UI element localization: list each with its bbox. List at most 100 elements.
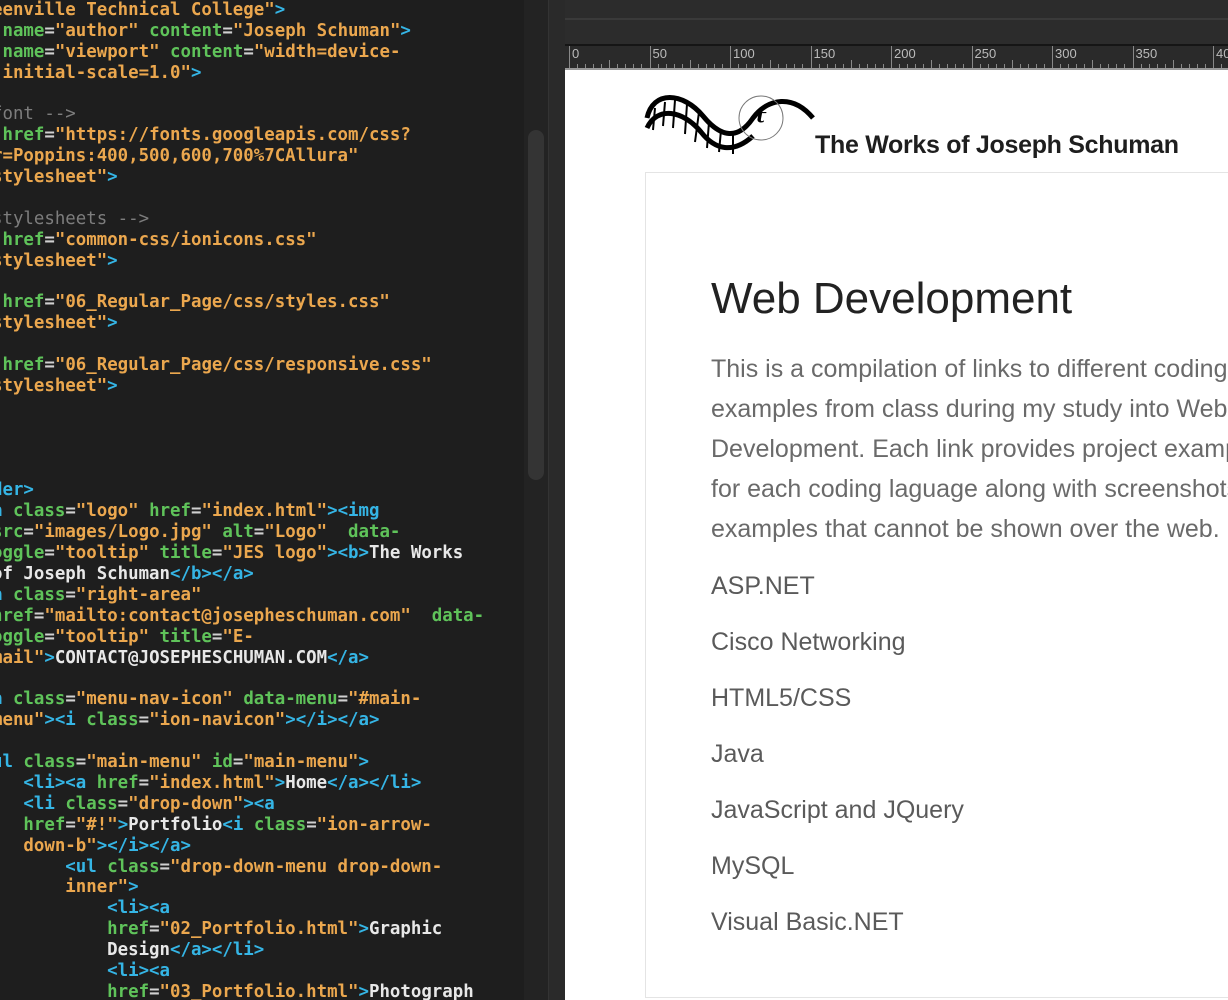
code-line[interactable]: stylesheet">	[0, 251, 484, 272]
code-line[interactable]: inner">	[0, 877, 484, 898]
ruler-tick	[955, 64, 957, 68]
code-line[interactable]: oggle="tooltip" title="JES logo"><b>The …	[0, 543, 484, 564]
code-line[interactable]: oggle="tooltip" title="E-	[0, 627, 484, 648]
link-cisco-networking[interactable]: Cisco Networking	[711, 628, 906, 657]
code-line[interactable]	[0, 731, 484, 752]
code-token: stylesheet"	[0, 250, 108, 271]
code-line[interactable]: stylesheet">	[0, 376, 484, 397]
ruler-label: 100	[730, 46, 755, 68]
code-editor[interactable]: eenville Technical College"> name="autho…	[0, 0, 548, 1000]
code-token: Design	[107, 940, 170, 961]
code-token: src	[0, 522, 24, 543]
code-line[interactable]	[0, 439, 484, 460]
code-line[interactable]: mail">CONTACT@JOSEPHESCHUMAN.COM</a>	[0, 648, 484, 669]
code-token: href	[2, 125, 45, 146]
code-line[interactable]: r=Poppins:400,500,600,700%7CAllura"	[0, 146, 484, 167]
site-title[interactable]: The Works of Joseph Schuman	[815, 131, 1179, 160]
ruler-tick	[1084, 64, 1086, 68]
code-line[interactable]	[0, 334, 484, 355]
link-html5-css[interactable]: HTML5/CSS	[711, 684, 851, 713]
code-line[interactable]: href="02_Portfolio.html">Graphic	[0, 919, 484, 940]
code-line[interactable]: <ul class="drop-down-menu drop-down-	[0, 857, 484, 878]
code-token: stylesheet"	[0, 313, 108, 334]
ruler-tick	[1156, 64, 1158, 68]
code-line[interactable]: stylesheet">	[0, 167, 484, 188]
panel-splitter[interactable]	[548, 0, 565, 1000]
code-line[interactable]: down-b"></i></a>	[0, 836, 484, 857]
code-line[interactable]: <li><a	[0, 898, 484, 919]
code-line[interactable]: der>	[0, 480, 484, 501]
code-token: Photograph	[368, 981, 474, 1000]
code-line[interactable]	[0, 418, 484, 439]
code-token: "common-css/ionicons.css"	[54, 229, 317, 250]
code-line[interactable]: src="images/Logo.jpg" alt="Logo" data-	[0, 522, 484, 543]
code-line[interactable]	[0, 272, 484, 293]
code-token: down-b"	[23, 835, 97, 856]
code-token: "Logo"	[264, 522, 328, 543]
code-line[interactable]: Design</a></li>	[0, 940, 484, 961]
code-line[interactable]: name="viewport" content="width=device-	[0, 42, 484, 63]
site-logo[interactable]: τ	[643, 88, 818, 165]
code-token: stylesheet"	[0, 376, 108, 397]
svg-text:τ: τ	[753, 103, 767, 127]
code-line[interactable]: stylesheet">	[0, 313, 484, 334]
code-line[interactable]: name="author" content="Joseph Schuman">	[0, 21, 484, 42]
code-line[interactable]: initial-scale=1.0">	[0, 63, 484, 84]
code-token: href	[86, 772, 139, 793]
code-token: "02_Portfolio.html"	[159, 919, 359, 940]
code-line[interactable]: href="06_Regular_Page/css/styles.css"	[0, 292, 484, 313]
code-lines[interactable]: eenville Technical College"> name="autho…	[0, 0, 484, 1000]
editor-scrollbar-thumb[interactable]	[528, 130, 544, 480]
code-line[interactable]: menu"><i class="ion-navicon"></i></a>	[0, 710, 484, 731]
ruler-tick	[1019, 64, 1021, 68]
code-token: class	[12, 752, 76, 773]
code-token: initial-scale=1.0"	[0, 62, 191, 83]
link-mysql[interactable]: MySQL	[711, 852, 794, 881]
code-line[interactable]: ul class="main-menu" id="main-menu">	[0, 752, 484, 773]
code-line[interactable]: a class="logo" href="index.html"><img	[0, 501, 484, 522]
link-javascript-jquery[interactable]: JavaScript and JQuery	[711, 796, 964, 825]
code-token: >	[358, 981, 369, 1000]
code-line[interactable]: href="06_Regular_Page/css/responsive.css…	[0, 355, 484, 376]
code-line[interactable]: <li><a href="index.html">Home</a></li>	[0, 773, 484, 794]
code-token: der>	[0, 480, 34, 501]
code-line[interactable]: stylesheets -->	[0, 209, 484, 230]
code-line[interactable]	[0, 460, 484, 481]
code-line[interactable]	[0, 84, 484, 105]
code-token: =	[44, 626, 55, 647]
code-token: "06_Regular_Page/css/styles.css"	[54, 292, 390, 313]
code-token: content	[149, 20, 223, 41]
code-token: =	[65, 584, 76, 605]
code-token: =	[306, 814, 317, 835]
code-line[interactable]: a class="menu-nav-icon" data-menu="#main…	[0, 689, 484, 710]
code-token: "index.html"	[201, 501, 328, 522]
link-visual-basic-net[interactable]: Visual Basic.NET	[711, 908, 904, 937]
code-line[interactable]: <li class="drop-down"><a	[0, 794, 484, 815]
code-line[interactable]: a class="right-area"	[0, 585, 484, 606]
toolbar-divider	[565, 18, 1228, 20]
code-line[interactable]: href="#!">Portfolio<i class="ion-arrow-	[0, 815, 484, 836]
code-token: >	[400, 20, 411, 41]
code-line[interactable]: href="03_Portfolio.html">Photograph	[0, 982, 484, 1000]
code-line[interactable]: eenville Technical College">	[0, 0, 484, 21]
code-line[interactable]: of Joseph Schuman</b></a>	[0, 564, 484, 585]
code-line[interactable]: href="https://fonts.googleapis.com/css?	[0, 125, 484, 146]
ruler-tick	[874, 64, 876, 68]
code-token: "Joseph Schuman"	[232, 20, 401, 41]
code-line[interactable]: href="mailto:contact@josepheschuman.com"…	[0, 606, 484, 627]
code-line[interactable]: font -->	[0, 104, 484, 125]
live-preview: 050100150200250300350400 τ The Works of …	[565, 0, 1228, 1000]
code-token: "ion-arrow-	[316, 814, 432, 835]
code-token: "06_Regular_Page/css/responsive.css"	[54, 355, 432, 376]
code-token: "03_Portfolio.html"	[159, 981, 359, 1000]
code-line[interactable]	[0, 397, 484, 418]
code-line[interactable]	[0, 188, 484, 209]
ruler-label: 350	[1132, 46, 1157, 68]
link-asp-net[interactable]: ASP.NET	[711, 572, 815, 601]
code-line[interactable]: <li><a	[0, 961, 484, 982]
code-line[interactable]: href="common-css/ionicons.css"	[0, 230, 484, 251]
code-line[interactable]	[0, 669, 484, 690]
link-java[interactable]: Java	[711, 740, 764, 769]
code-token: <li><a	[107, 898, 170, 919]
